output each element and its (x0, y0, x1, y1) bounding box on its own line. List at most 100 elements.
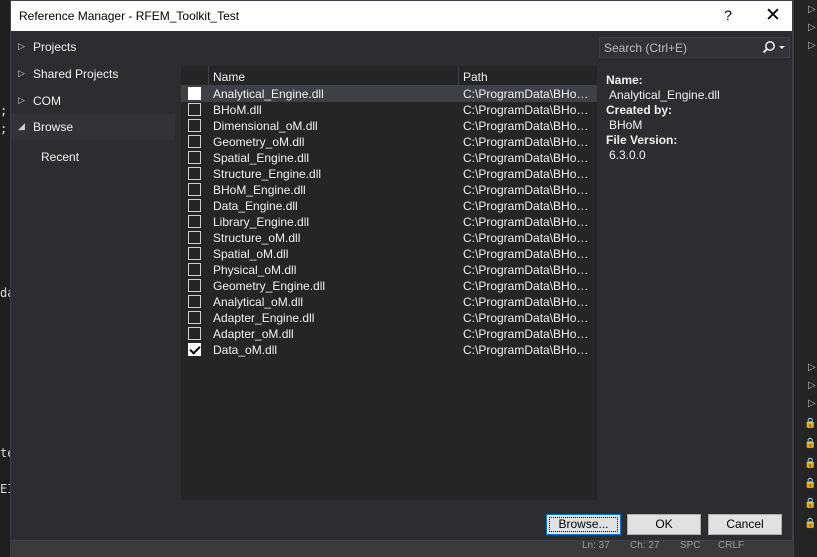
table-row[interactable]: Spatial_Engine.dll C:\ProgramData\BHoM\As… (181, 150, 597, 166)
reference-checkbox[interactable] (188, 279, 201, 292)
row-path: C:\ProgramData\BHoM\Assemblies\BHoM_Engi… (463, 183, 591, 197)
reference-checkbox[interactable] (188, 135, 201, 148)
table-row[interactable]: Data_Engine.dll C:\ProgramData\BHoM\Assem… (181, 198, 597, 214)
row-name: Spatial_oM.dll (213, 247, 289, 261)
reference-checkbox[interactable] (188, 247, 201, 260)
reference-checkbox[interactable] (188, 295, 201, 308)
reference-checkbox[interactable] (188, 103, 201, 116)
nav-item-label: Shared Projects (33, 67, 119, 81)
chevron-right-icon: ▷ (808, 380, 816, 391)
status-whitespace: SPC (680, 540, 701, 551)
column-header-name[interactable]: Name (213, 70, 245, 84)
reference-checkbox[interactable] (188, 119, 201, 132)
row-name: Structure_Engine.dll (213, 167, 322, 181)
search-icon[interactable] (760, 38, 788, 57)
table-row[interactable]: Library_Engine.dll C:\ProgramData\BHoM\As… (181, 214, 597, 230)
expand-arrow-icon[interactable]: ▷ (18, 95, 25, 106)
column-header-path[interactable]: Path (463, 70, 488, 84)
reference-checkbox[interactable] (188, 183, 201, 196)
nav-item-recent[interactable]: Recent (41, 150, 79, 164)
nav-item-browse[interactable]: ◢ Browse (11, 114, 175, 140)
table-row[interactable]: BHoM.dll C:\ProgramData\BHoM\Assemblies\B… (181, 102, 597, 118)
row-path: C:\ProgramData\BHoM\Assemblies\Adapter_E… (463, 311, 591, 325)
table-row[interactable]: Geometry_oM.dll C:\ProgramData\BHoM\Assem… (181, 134, 597, 150)
row-name: Physical_oM.dll (213, 263, 297, 277)
row-name: Structure_oM.dll (213, 231, 301, 245)
row-name: Dimensional_oM.dll (213, 119, 318, 133)
nav-item-label: Projects (33, 40, 77, 54)
row-path: C:\ProgramData\BHoM\Assemblies\Library_E… (463, 215, 591, 229)
cancel-button[interactable]: Cancel (708, 514, 782, 535)
table-row[interactable]: Spatial_oM.dll C:\ProgramData\BHoM\Assemb… (181, 246, 597, 262)
status-column: Ch: 27 (630, 540, 660, 551)
table-row[interactable]: BHoM_Engine.dll C:\ProgramData\BHoM\Assem… (181, 182, 597, 198)
code-fragment: ; (0, 104, 8, 118)
row-path: C:\ProgramData\BHoM\Assemblies\Dimension… (463, 119, 591, 133)
close-button[interactable]: ✕ (763, 4, 783, 27)
lock-icon: 🔒 (804, 458, 817, 469)
name-value: Analytical_Engine.dll (609, 88, 720, 102)
lock-icon: 🔒 (804, 418, 817, 429)
reference-checkbox[interactable] (188, 231, 201, 244)
table-row[interactable]: Data_oM.dll C:\ProgramData\BHoM\Assemblie… (181, 342, 597, 358)
window-title: Reference Manager - RFEM_Toolkit_Test (19, 9, 240, 23)
table-row[interactable]: Dimensional_oM.dll C:\ProgramData\BHoM\As… (181, 118, 597, 134)
lock-icon: 🔒 (804, 518, 817, 529)
row-name: Geometry_Engine.dll (213, 279, 326, 293)
expand-arrow-icon[interactable]: ▷ (18, 68, 25, 79)
reference-checkbox[interactable] (188, 311, 201, 324)
help-button[interactable]: ? (721, 7, 735, 23)
reference-checkbox[interactable] (188, 327, 201, 340)
row-path: C:\ProgramData\BHoM\Assemblies\Adapter_o… (463, 327, 591, 341)
reference-checkbox[interactable] (188, 215, 201, 228)
row-name: BHoM.dll (213, 103, 262, 117)
browse-button[interactable]: Browse... (546, 514, 621, 535)
table-row[interactable]: Analytical_oM.dll C:\ProgramData\BHoM\Ass… (181, 294, 597, 310)
search-box (599, 37, 790, 58)
category-nav: ▷ Projects ▷ Shared Projects ▷ COM ◢ Bro… (11, 32, 176, 192)
table-row[interactable]: Structure_Engine.dll C:\ProgramData\BHoM\… (181, 166, 597, 182)
code-fragment: ; (0, 122, 8, 136)
chevron-right-icon: ▷ (808, 362, 816, 373)
created-by-value: BHoM (609, 118, 643, 132)
table-row[interactable]: Physical_oM.dll C:\ProgramData\BHoM\Assem… (181, 262, 597, 278)
row-name: Data_oM.dll (213, 343, 278, 357)
row-name: Geometry_oM.dll (213, 135, 305, 149)
reference-checkbox[interactable] (188, 263, 201, 276)
row-path: C:\ProgramData\BHoM\Assemblies\Geometry_… (463, 135, 591, 149)
nav-item-com[interactable]: ▷ COM (11, 88, 175, 114)
lock-icon: 🔒 (804, 478, 817, 489)
table-row[interactable]: Adapter_Engine.dll C:\ProgramData\BHoM\As… (181, 310, 597, 326)
status-line: Ln: 37 (582, 540, 610, 551)
reference-checkbox[interactable] (188, 167, 201, 180)
reference-checkbox[interactable] (188, 343, 201, 356)
row-path: C:\ProgramData\BHoM\Assemblies\Geometry_… (463, 279, 591, 293)
table-row[interactable]: Adapter_oM.dll C:\ProgramData\BHoM\Assemb… (181, 326, 597, 342)
name-label: Name: (606, 73, 643, 87)
row-name: Adapter_oM.dll (213, 327, 294, 341)
table-row[interactable]: Geometry_Engine.dll C:\ProgramData\BHoM\A… (181, 278, 597, 294)
column-divider[interactable] (208, 66, 209, 86)
expand-arrow-icon[interactable]: ▷ (18, 41, 25, 52)
title-bar: Reference Manager - RFEM_Toolkit_Test ? … (11, 1, 792, 31)
ok-button[interactable]: OK (627, 514, 701, 535)
nav-item-shared-projects[interactable]: ▷ Shared Projects (11, 61, 175, 87)
row-path: C:\ProgramData\BHoM\Assemblies\Spatial_o… (463, 247, 591, 261)
chevron-right-icon: ▷ (808, 22, 816, 33)
reference-checkbox[interactable] (188, 199, 201, 212)
nav-item-projects[interactable]: ▷ Projects (11, 34, 175, 60)
table-row[interactable]: Structure_oM.dll C:\ProgramData\BHoM\Asse… (181, 230, 597, 246)
column-divider[interactable] (458, 66, 459, 86)
reference-list: Name Path Analytical_Engine.dll C:\Progra… (180, 65, 598, 501)
search-input[interactable] (600, 38, 755, 57)
collapse-arrow-icon[interactable]: ◢ (18, 121, 25, 132)
row-path: C:\ProgramData\BHoM\Assemblies\Spatial_E… (463, 151, 591, 165)
reference-checkbox[interactable] (188, 87, 201, 100)
chevron-right-icon: ▷ (808, 40, 816, 51)
row-name: Analytical_oM.dll (213, 295, 304, 309)
reference-checkbox[interactable] (188, 151, 201, 164)
status-line-ending: CRLF (718, 540, 745, 551)
table-row[interactable]: Analytical_Engine.dll C:\ProgramData\BHoM… (181, 86, 597, 102)
row-name: Analytical_Engine.dll (213, 87, 324, 101)
row-path: C:\ProgramData\BHoM\Assemblies\Structure… (463, 231, 591, 245)
